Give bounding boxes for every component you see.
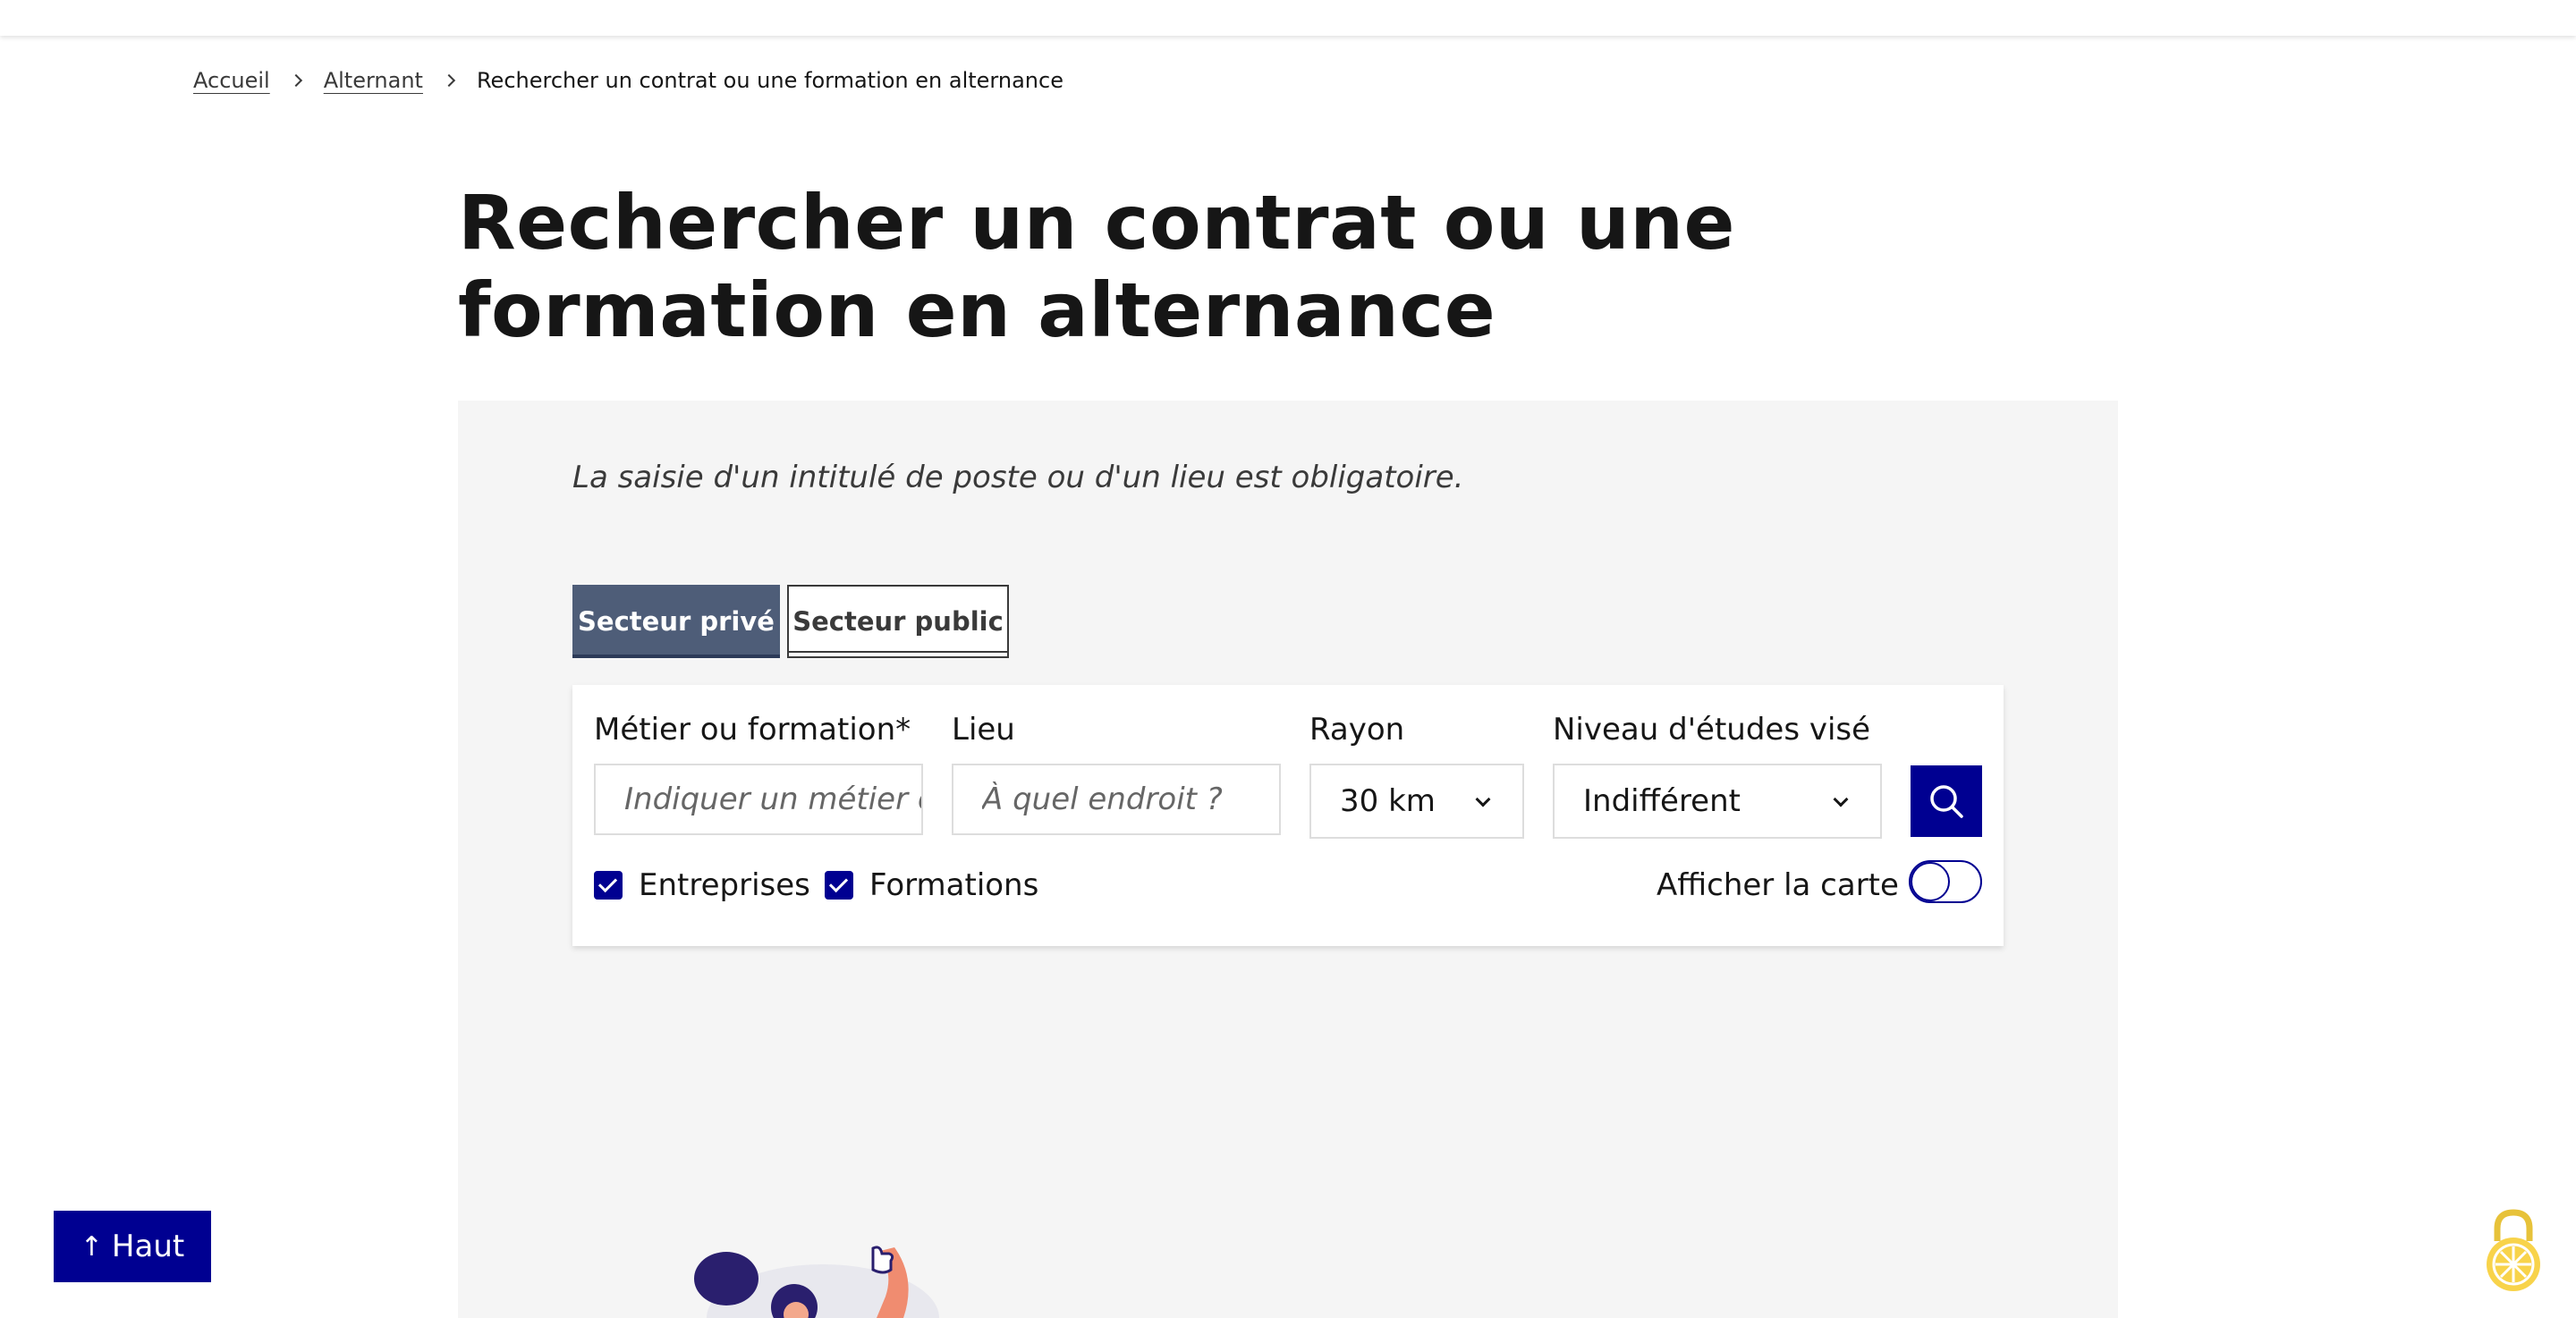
lieu-label: Lieu <box>952 712 1015 748</box>
tab-secteur-prive[interactable]: Secteur privé <box>572 585 780 658</box>
map-toggle[interactable] <box>1909 860 1982 903</box>
chevron-right-icon <box>442 73 456 88</box>
chevron-right-icon <box>289 73 302 88</box>
search-icon <box>1930 785 1963 818</box>
metier-input-field[interactable] <box>624 782 921 817</box>
chevron-down-icon <box>1833 791 1849 807</box>
breadcrumb-link-alternant[interactable]: Alternant <box>324 68 423 93</box>
checkbox-label-formations: Formations <box>869 867 1039 903</box>
page-title: Rechercher un contrat ou une formation e… <box>458 179 1736 354</box>
illustration <box>694 1246 939 1318</box>
required-mark: * <box>895 712 911 748</box>
metier-label-text: Métier ou formation <box>594 712 896 748</box>
toggle-knob <box>1911 862 1950 901</box>
chevron-down-icon <box>1475 791 1491 807</box>
map-toggle-label: Afficher la carte <box>1657 867 1899 903</box>
rayon-label: Rayon <box>1309 712 1405 748</box>
checkbox-label-entreprises: Entreprises <box>639 867 810 903</box>
arrow-up-icon: ↑ <box>80 1230 103 1263</box>
back-to-top-button[interactable]: ↑ Haut <box>54 1211 211 1282</box>
search-button[interactable] <box>1911 765 1982 837</box>
metier-label: Métier ou formation* <box>594 712 911 748</box>
rayon-value: 30 km <box>1340 783 1436 819</box>
rayon-select[interactable]: 30 km <box>1309 764 1524 839</box>
lieu-input-field[interactable] <box>982 782 1279 817</box>
niveau-label: Niveau d'études visé <box>1553 712 1871 748</box>
checkbox-formations[interactable]: Formations <box>825 867 1038 903</box>
metier-input[interactable] <box>594 764 923 835</box>
tab-secteur-public[interactable]: Secteur public <box>787 585 1009 658</box>
back-to-top-label: Haut <box>111 1229 185 1264</box>
niveau-select[interactable]: Indifférent <box>1553 764 1882 839</box>
lieu-input[interactable] <box>952 764 1281 835</box>
niveau-value: Indifférent <box>1583 783 1741 819</box>
breadcrumb-link-accueil[interactable]: Accueil <box>193 68 270 93</box>
checkbox-entreprises[interactable]: Entreprises <box>594 867 810 903</box>
site-header <box>0 0 2576 36</box>
breadcrumb-current: Rechercher un contrat ou une formation e… <box>476 68 1063 93</box>
checkbox-checked-icon[interactable] <box>825 871 853 900</box>
checkbox-checked-icon[interactable] <box>594 871 623 900</box>
mandatory-notice: La saisie d'un intitulé de poste ou d'un… <box>572 460 1464 495</box>
lock-icon[interactable] <box>2478 1205 2549 1295</box>
breadcrumb: Accueil Alternant Rechercher un contrat … <box>193 68 1063 93</box>
